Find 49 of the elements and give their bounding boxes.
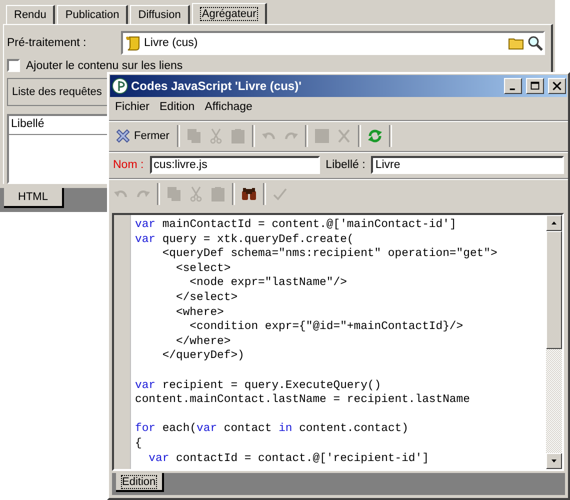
code-line: </select> [175, 290, 239, 306]
input-field[interactable]: cus:livre.js [150, 156, 320, 174]
code-line: <where> [175, 306, 225, 320]
maximize-button[interactable] [526, 78, 544, 94]
input-field[interactable]: Livre [371, 156, 564, 174]
checkbox[interactable] [7, 59, 20, 72]
code-line: <select> [175, 262, 232, 276]
refresh-icon[interactable] [367, 128, 384, 144]
binoculars-icon[interactable] [241, 186, 257, 202]
menu-item[interactable]: Edition [160, 101, 195, 117]
group-label: Liste des requêtes [12, 86, 102, 98]
code-line: <condition expr={"@id="+mainContactId}/> [188, 320, 464, 335]
field-label: Pré-traitement : [7, 37, 88, 49]
tab[interactable]: Rendu [6, 5, 56, 24]
code-line: <queryDef schema="nms:recipient" operation="get"> [161, 247, 498, 262]
code-line: { [135, 436, 143, 452]
tab[interactable]: Agrégateur [192, 3, 268, 24]
code-line: var recipient = query.ExecuteQuery() [135, 378, 382, 394]
menu-item[interactable]: Affichage [204, 101, 252, 117]
down-arrow-icon[interactable] [550, 457, 558, 465]
minimize-button[interactable] [504, 78, 522, 94]
code-line: </queryDef>) [161, 349, 246, 364]
tab[interactable]: Diffusion [130, 5, 190, 24]
app-icon [112, 78, 128, 94]
code-line: for each(var contact in content.contact) [135, 422, 410, 437]
scroll-icon [125, 35, 141, 51]
scrollbar[interactable] [546, 215, 562, 469]
pretraitement-field[interactable]: Livre (cus) [121, 31, 545, 55]
close-icon[interactable] [552, 81, 562, 91]
maximize-icon[interactable] [530, 81, 540, 91]
code-line: var mainContactId = content.@['mainContact-id'] [135, 218, 458, 233]
tab[interactable]: Publication [57, 5, 128, 24]
code-line: var contactId = contact.@['recipient-id'] [148, 452, 430, 466]
x-icon [115, 128, 131, 144]
up-arrow-icon[interactable] [550, 219, 558, 227]
close-button[interactable] [548, 78, 566, 94]
window-title: Codes JavaScript 'Livre (cus)' [131, 79, 302, 93]
checkbox-label: Ajouter le contenu sur les liens [26, 60, 183, 72]
code-line: var query = xtk.queryDef.create( [135, 232, 355, 248]
code-line: <node expr="lastName"/> [188, 276, 348, 291]
code-line: </where> [175, 334, 232, 350]
field-label: Nom : [113, 159, 144, 171]
tab[interactable]: HTML [4, 188, 64, 208]
tab[interactable]: Edition [116, 473, 164, 492]
field-label: Libellé : [326, 159, 366, 171]
scrollbar-thumb[interactable] [546, 231, 562, 349]
menu-item[interactable]: Fichier [115, 101, 150, 117]
search-icon[interactable] [527, 35, 543, 51]
code-line: content.mainContact.lastName = recipient.lastName [135, 393, 471, 408]
